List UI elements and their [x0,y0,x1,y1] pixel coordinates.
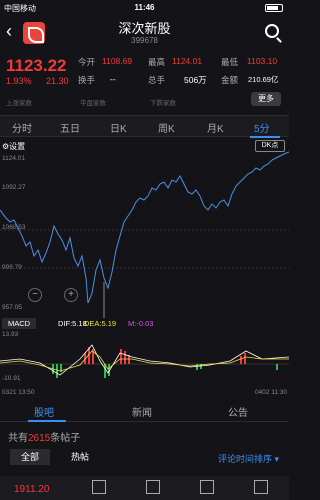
trade-icon[interactable] [92,480,106,494]
zoom-out-button[interactable]: − [28,288,42,302]
post-count-suffix: 条帖子 [50,433,81,444]
macd-tag[interactable]: MACD [2,318,36,329]
share-icon[interactable] [254,480,268,494]
index-price: 1911.20 [14,484,50,495]
post-count: 共有2615条帖子 [0,425,289,445]
high-label: 最高 [148,57,166,67]
stock-code: 399678 [131,36,158,45]
macd-chart: 13.93 -10.91 0321 13:50 0402 11:30 [0,331,289,398]
edit-icon[interactable] [146,480,160,494]
quote-panel: 1123.22 1.93% 21.30 今开 1108.69 最高 1124.0… [0,52,289,110]
macd-bar [124,351,126,364]
macd-y-top: 13.93 [2,331,19,338]
change-pct: 1.93% [6,76,32,86]
tab-monthly-k[interactable]: 月K [207,120,224,135]
tab-5min[interactable]: 5分 [254,120,270,135]
turnover-value: -- [110,74,116,84]
tab-news[interactable]: 新闻 [132,404,152,419]
sort-selector[interactable]: 评论时间排序 ▾ [218,452,279,465]
macd-bar [240,356,242,364]
search-icon[interactable] [265,24,279,38]
tab-weekly-k[interactable]: 周K [158,120,175,135]
volume-label: 总手 [148,75,166,85]
macd-svg [0,344,289,378]
high-value: 1124.01 [172,56,203,66]
sort-label: 评论时间排序 [217,454,272,464]
macd-header: MACD DIF:5.18 DEA:5.19 M:-0.03 [0,318,289,330]
clock: 11:46 [134,3,155,12]
chevron-down-icon: ▾ [274,454,279,464]
open-value: 1108.69 [102,56,133,66]
amount-value: 210.69亿 [248,75,279,84]
tab-forum[interactable]: 股吧 [34,404,54,419]
macd-bar [120,349,122,364]
status-bar: 中国移动 11:46 [0,0,289,16]
period-tabs: 分时 五日 日K 周K 月K 5分 [0,115,289,138]
post-filter: 全部 热帖 评论时间排序 ▾ [0,446,289,466]
bottom-toolbar: 1911.20 [0,476,289,500]
low-label: 最低 [221,57,239,67]
tab-intraday[interactable]: 分时 [12,120,32,135]
tab-announcements[interactable]: 公告 [228,404,248,419]
date-end: 0402 11:30 [254,389,287,396]
title-bar: ‹ 深次新股 399678 [0,16,289,50]
down-count-label: 下跌家数 [150,100,176,107]
volume-value: 506万 [184,75,207,85]
flat-count-label: 平盘家数 [80,100,106,107]
low-value: 1103.10 [247,56,278,66]
macd-dif: DIF:5.18 [58,319,87,328]
battery-icon [265,4,283,12]
macd-dea: DEA:5.19 [84,319,117,328]
post-count-value: 2615 [28,433,51,444]
more-button[interactable]: 更多 [251,92,281,106]
tab-daily-k[interactable]: 日K [110,120,127,135]
zoom-in-button[interactable]: + [64,288,78,302]
filter-hot[interactable]: 热帖 [60,449,100,465]
post-count-prefix: 共有 [8,433,28,444]
macd-bar [276,364,278,370]
macd-bar [56,364,58,378]
open-label: 今开 [78,57,96,67]
amount-label: 金额 [221,75,239,85]
price-line-svg [0,151,289,318]
current-price: 1123.22 [6,56,67,75]
active-news-indicator [28,420,66,422]
macd-bar [244,353,246,364]
turnover-label: 换手 [78,75,96,85]
macd-m: M:-0.03 [128,319,154,328]
price-line [0,151,289,304]
tab-five-day[interactable]: 五日 [60,120,80,135]
add-icon[interactable] [200,480,214,494]
change-value: 21.30 [46,76,69,86]
filter-all[interactable]: 全部 [10,449,50,465]
stock-name: 深次新股 [118,21,171,36]
up-count-label: 上涨家数 [6,100,32,107]
date-start: 0321 13:50 [2,389,35,396]
news-tabs: 股吧 新闻 公告 [0,400,289,422]
